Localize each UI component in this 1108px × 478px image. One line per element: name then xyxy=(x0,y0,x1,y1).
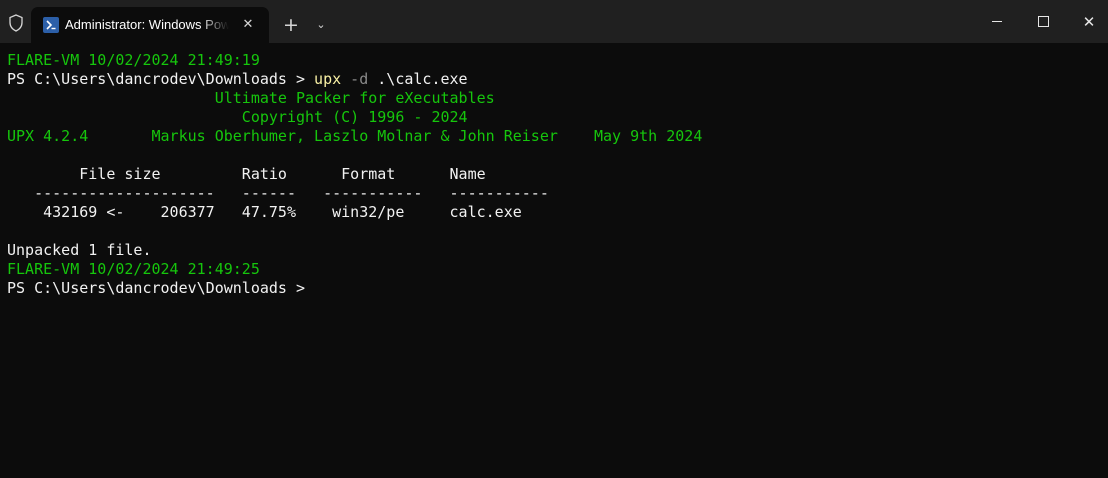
minimize-icon xyxy=(992,21,1002,22)
tab-powershell[interactable]: Administrator: Windows PowerShell ✕ xyxy=(31,7,269,43)
table-row: 432169 <- 206377 47.75% win32/pe calc.ex… xyxy=(7,203,522,221)
maximize-icon xyxy=(1037,16,1049,27)
command-name: upx xyxy=(314,70,342,88)
command-line: PS C:\Users\dancrodev\Downloads > upx -d… xyxy=(7,70,1097,89)
upx-banner-title: Ultimate Packer for eXecutables xyxy=(7,89,495,107)
new-tab-button[interactable]: + xyxy=(280,14,302,36)
chevron-down-icon[interactable]: ⌄ xyxy=(310,14,332,36)
minimize-button[interactable] xyxy=(974,8,1020,36)
tab-title: Administrator: Windows PowerShell xyxy=(65,17,229,32)
prompt-header: FLARE-VM 10/02/2024 21:49:19 xyxy=(7,51,260,69)
terminal-output[interactable]: FLARE-VM 10/02/2024 21:49:19 PS C:\Users… xyxy=(7,51,1097,298)
result-message: Unpacked 1 file. xyxy=(7,241,152,259)
close-button[interactable]: ✕ xyxy=(1066,8,1108,36)
title-bar: Administrator: Windows PowerShell ✕ + ⌄ … xyxy=(0,0,1108,43)
prompt-header: FLARE-VM 10/02/2024 21:49:25 xyxy=(7,260,260,278)
maximize-button[interactable] xyxy=(1020,8,1066,36)
powershell-icon xyxy=(43,17,59,33)
shield-icon xyxy=(6,13,26,33)
upx-banner-copyright: Copyright (C) 1996 - 2024 xyxy=(7,108,468,126)
table-header: File size Ratio Format Name xyxy=(7,165,486,183)
upx-banner-version: UPX 4.2.4 Markus Oberhumer, Laszlo Molna… xyxy=(7,127,703,145)
command-argument: .\calc.exe xyxy=(377,70,468,88)
tab-close-button[interactable]: ✕ xyxy=(239,16,257,34)
command-flag: -d xyxy=(350,70,369,88)
table-rule: -------------------- ------ ----------- … xyxy=(7,184,549,202)
prompt: PS C:\Users\dancrodev\Downloads > xyxy=(7,279,315,297)
prompt: PS C:\Users\dancrodev\Downloads > xyxy=(7,70,315,88)
